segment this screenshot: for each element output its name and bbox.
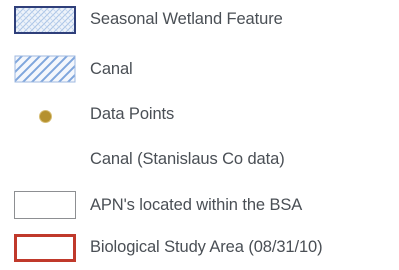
legend-item-data-points: Data Points xyxy=(0,94,399,138)
apn-outline-swatch xyxy=(14,191,76,219)
seasonal-wetland-swatch xyxy=(14,6,76,34)
legend-item-bsa: Biological Study Area (08/31/10) xyxy=(0,226,399,270)
legend-label-canal: Canal xyxy=(90,60,133,78)
legend-item-apn: APN's located within the BSA xyxy=(0,184,399,228)
data-point-marker-icon xyxy=(40,111,51,122)
canal-hatch-swatch xyxy=(14,55,76,83)
legend-label-seasonal-wetland: Seasonal Wetland Feature xyxy=(90,10,283,28)
legend-item-seasonal-wetland: Seasonal Wetland Feature xyxy=(0,0,399,44)
map-legend: Seasonal Wetland Feature Canal Data Poin… xyxy=(0,0,399,269)
legend-label-data-points: Data Points xyxy=(90,105,175,123)
legend-label-apn: APN's located within the BSA xyxy=(90,196,303,214)
legend-label-bsa: Biological Study Area (08/31/10) xyxy=(90,238,323,256)
legend-item-canal-stanislaus: Canal (Stanislaus Co data) xyxy=(0,138,399,182)
legend-label-canal-stanislaus: Canal (Stanislaus Co data) xyxy=(90,150,285,168)
bsa-outline-swatch xyxy=(14,234,76,262)
legend-item-canal: Canal xyxy=(0,50,399,94)
